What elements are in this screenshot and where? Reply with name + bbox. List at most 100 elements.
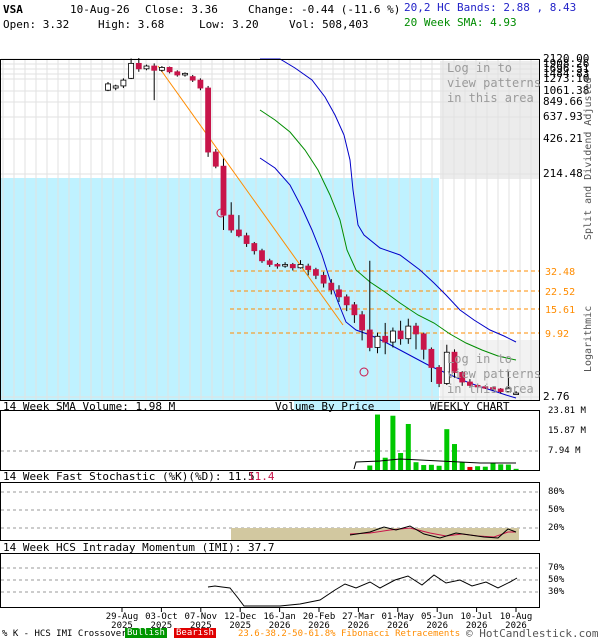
candle-body — [266, 260, 273, 265]
volume-bar — [375, 414, 380, 470]
volume-bar — [459, 462, 465, 470]
candle-body — [405, 325, 412, 340]
candle-body — [336, 289, 342, 298]
candle-body — [105, 83, 111, 91]
volume-bar — [498, 464, 504, 470]
panel-tick-label: 50% — [548, 575, 565, 585]
candle-body — [166, 67, 173, 73]
candle-body — [243, 235, 250, 244]
candle-body — [312, 269, 319, 276]
candle-body — [220, 165, 227, 216]
candle-body — [382, 335, 389, 343]
candle — [197, 78, 204, 91]
candle-body — [289, 264, 296, 269]
stochastic-d-value: 11.4 — [248, 470, 275, 483]
candle — [212, 149, 219, 169]
volume-bar — [413, 462, 419, 470]
vbp-shading — [1, 178, 439, 401]
volume-bar — [405, 423, 411, 470]
panel-tick-label: 20% — [548, 523, 565, 533]
panel-tick-label: 50% — [548, 505, 565, 515]
candle-body — [320, 274, 327, 284]
volume-bar — [367, 465, 373, 470]
candle-body — [274, 264, 281, 267]
candle — [135, 58, 142, 72]
y-tick-label: 637.93 — [543, 110, 583, 123]
candle-body — [374, 335, 381, 348]
log-scale-label: Logarithmic — [583, 305, 594, 372]
fib-level-label: 9.92 — [545, 329, 569, 340]
candle — [205, 85, 212, 157]
volume-bar — [421, 465, 427, 470]
candle-body — [259, 250, 265, 262]
candle-body — [366, 329, 373, 348]
candle-body — [135, 62, 142, 70]
y-tick-label: 214.48 — [543, 167, 583, 180]
candle-body — [343, 296, 350, 306]
price-panel: 32.48 22.52 15.61 9.92 — [0, 58, 575, 401]
bearish-legend: Bearish — [174, 628, 216, 638]
panel-tick-label: 70% — [548, 563, 565, 573]
volume-bar — [390, 415, 396, 470]
copyright-label[interactable]: © HotCandlestick.com — [466, 627, 598, 640]
fib-level-label: 32.48 — [545, 267, 575, 278]
candle-body — [205, 87, 212, 153]
candle — [189, 74, 196, 82]
candle-body — [128, 62, 135, 79]
fibonacci-legend: 23.6-38.2-50-61.8% Fibonacci Retracement… — [238, 629, 461, 639]
panel-tick-label: 30% — [548, 587, 565, 597]
volume-bar — [490, 462, 496, 470]
fib-level-label: 15.61 — [545, 305, 575, 316]
volume-bar — [505, 464, 511, 470]
candle-body — [235, 229, 242, 237]
candle-body — [182, 72, 188, 76]
candle-body — [282, 264, 289, 267]
candle — [120, 78, 127, 89]
y-tick-label: 849.66 — [543, 95, 583, 108]
candle — [105, 81, 111, 92]
stochastic-panel — [0, 482, 540, 541]
volume-bar — [452, 444, 457, 470]
y-tick-label: 426.21 — [543, 132, 583, 145]
volume-bar — [467, 466, 473, 470]
split-adjusted-label: Split and Dividend Adjusted — [583, 77, 594, 240]
candle-body — [305, 265, 312, 270]
candle-body — [397, 330, 404, 340]
candle — [112, 84, 119, 91]
candle-body — [297, 264, 304, 269]
y-tick-label: 2.76 — [543, 390, 570, 403]
login-overlay-top[interactable]: Log in to view patterns in this area — [447, 61, 541, 106]
stochastic-panel-title: 14 Week Fast Stochastic (%K)(%D): 11.5 — [3, 470, 255, 483]
login-overlay-bottom[interactable]: Log in to view patterns in this area — [447, 352, 541, 397]
panel-tick-label: 15.87 M — [548, 426, 587, 436]
volume-bars — [367, 414, 519, 470]
vbp-title: Volume By Price — [275, 400, 375, 413]
candle-body — [174, 71, 181, 76]
volume-bar — [428, 464, 434, 470]
candle-body — [228, 214, 235, 231]
volume-bar — [382, 457, 388, 470]
fib-level-label: 22.52 — [545, 287, 575, 298]
candle — [182, 72, 188, 77]
panel-tick-label: 23.81 M — [548, 406, 587, 416]
volume-bar — [475, 466, 481, 470]
candle — [151, 63, 158, 101]
imi-panel — [0, 553, 540, 608]
candle-body — [120, 79, 127, 87]
volume-bar — [444, 429, 450, 470]
candle-body — [328, 282, 335, 291]
volume-bar — [398, 453, 404, 470]
candle-body — [428, 348, 435, 368]
volume-panel-title: 14 Week SMA Volume: 1.98 M — [3, 400, 176, 413]
volume-bar — [436, 465, 442, 470]
candle — [128, 58, 135, 80]
candle-body — [436, 367, 443, 384]
candle — [259, 248, 265, 263]
imi-panel-title: 14 Week HCS Intraday Momentum (IMI): 37.… — [3, 541, 275, 554]
candle-body — [251, 243, 258, 252]
candle-body — [189, 76, 196, 81]
candle-body — [112, 85, 119, 89]
weekly-chart-label: WEEKLY CHART — [430, 400, 510, 413]
candle — [436, 365, 443, 388]
candle-body — [413, 325, 419, 335]
